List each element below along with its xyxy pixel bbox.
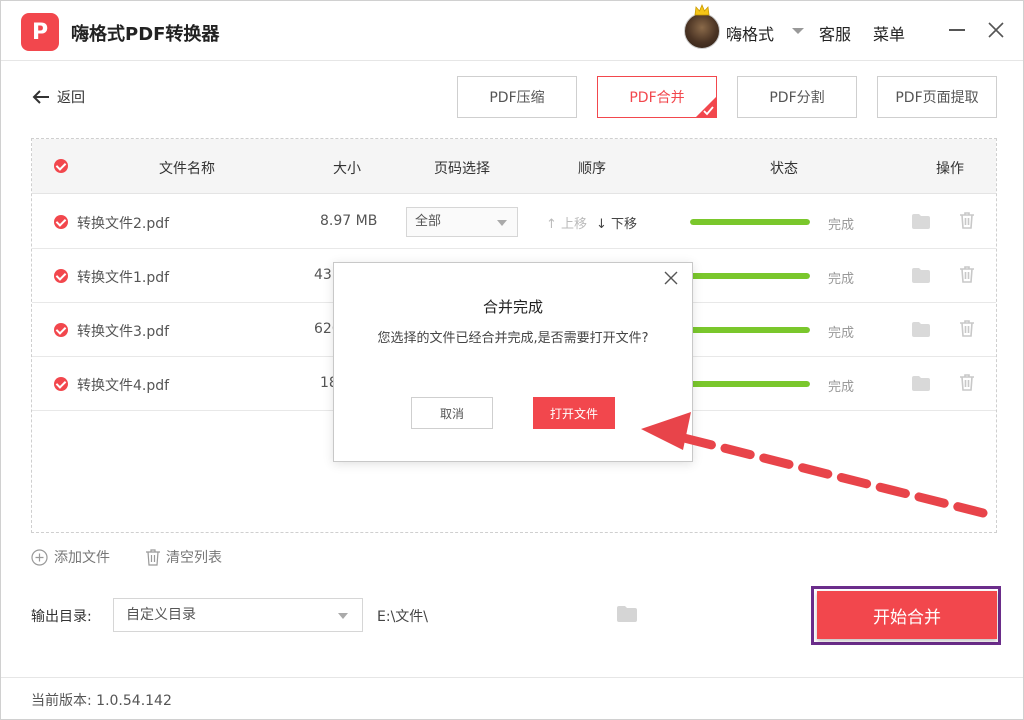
tab-pdf-compress[interactable]: PDF压缩 xyxy=(457,76,577,118)
status-text: 完成 xyxy=(828,272,855,287)
check-corner-icon xyxy=(695,96,717,118)
file-size: 8.97 MB xyxy=(320,213,378,229)
add-file-button[interactable]: 添加文件 xyxy=(31,547,110,567)
move-up-label: 上移 xyxy=(561,217,588,232)
tab-pdf-merge[interactable]: PDF合并 xyxy=(597,76,717,118)
close-icon[interactable] xyxy=(664,271,678,285)
status-text: 完成 xyxy=(828,380,855,395)
chevron-down-icon[interactable] xyxy=(792,28,804,34)
minimize-icon[interactable] xyxy=(949,29,965,31)
progress-fill xyxy=(690,273,810,279)
row-checkbox[interactable] xyxy=(54,377,68,391)
clear-list-label: 清空列表 xyxy=(166,550,222,566)
progress-fill xyxy=(690,381,810,387)
back-button[interactable]: 返回 xyxy=(31,87,85,107)
title-bar: P 嗨格式PDF转换器 嗨格式 客服 菜单 xyxy=(1,1,1023,61)
output-path: E:\文件\ xyxy=(377,609,428,625)
folder-icon[interactable] xyxy=(912,322,930,337)
progress-bar xyxy=(690,273,810,279)
row-checkbox[interactable] xyxy=(54,323,68,337)
dialog-message: 您选择的文件已经合并完成,是否需要打开文件? xyxy=(377,331,649,346)
output-dir-select[interactable]: 自定义目录 xyxy=(113,598,363,632)
username[interactable]: 嗨格式 xyxy=(726,21,774,45)
progress-bar xyxy=(690,219,810,225)
file-name: 转换文件4.pdf xyxy=(77,378,170,394)
folder-icon[interactable] xyxy=(912,214,930,229)
header-status: 状态 xyxy=(770,161,798,177)
annotation-arrow-icon xyxy=(641,412,988,518)
app-title: 嗨格式PDF转换器 xyxy=(71,24,220,45)
header-order: 顺序 xyxy=(578,161,606,177)
row-checkbox[interactable] xyxy=(54,215,68,229)
output-label: 输出目录: xyxy=(31,609,92,625)
table-header: 文件名称 大小 页码选择 顺序 状态 操作 xyxy=(32,139,996,194)
file-name: 转换文件2.pdf xyxy=(77,216,170,232)
file-name: 转换文件1.pdf xyxy=(77,270,170,286)
tab-pdf-split[interactable]: PDF分割 xyxy=(737,76,857,118)
folder-icon[interactable] xyxy=(912,376,930,391)
trash-icon[interactable] xyxy=(960,320,974,337)
avatar[interactable] xyxy=(684,13,720,49)
move-down-button[interactable]: ↓ 下移 xyxy=(596,213,637,232)
tab-label: PDF分割 xyxy=(769,90,825,106)
dialog-title: 合并完成 xyxy=(482,298,543,316)
trash-icon xyxy=(146,548,160,566)
header-pages: 页码选择 xyxy=(434,161,490,177)
header-name: 文件名称 xyxy=(159,161,215,177)
app-logo-icon: P xyxy=(21,13,59,51)
clear-list-button[interactable]: 清空列表 xyxy=(146,547,222,567)
header-size: 大小 xyxy=(333,161,361,177)
select-all-checkbox[interactable] xyxy=(54,159,68,173)
trash-icon[interactable] xyxy=(960,266,974,283)
progress-fill xyxy=(690,327,810,333)
progress-bar xyxy=(690,381,810,387)
version-label: 当前版本: 1.0.54.142 xyxy=(31,693,172,709)
file-name: 转换文件3.pdf xyxy=(77,324,170,340)
close-icon[interactable] xyxy=(987,21,1005,39)
footer: 当前版本: 1.0.54.142 xyxy=(1,677,1023,719)
tab-pdf-extract[interactable]: PDF页面提取 xyxy=(877,76,997,118)
table-row: 转换文件2.pdf 8.97 MB 全部 ↑ 上移 ↓ 下移 完成 xyxy=(32,195,996,249)
arrow-left-icon xyxy=(32,90,49,104)
move-up-button[interactable]: ↑ 上移 xyxy=(546,213,587,232)
start-merge-button[interactable]: 开始合并 xyxy=(817,591,997,639)
move-down-label: 下移 xyxy=(611,217,638,232)
add-file-label: 添加文件 xyxy=(54,550,110,566)
status-text: 完成 xyxy=(828,218,855,233)
status-text: 完成 xyxy=(828,326,855,341)
header-actions: 操作 xyxy=(936,161,964,177)
tab-label: PDF页面提取 xyxy=(895,90,979,106)
menu-link[interactable]: 菜单 xyxy=(873,21,905,45)
tab-label: PDF压缩 xyxy=(489,90,545,106)
crown-icon xyxy=(694,4,710,16)
open-file-button[interactable]: 打开文件 xyxy=(533,397,615,429)
trash-icon[interactable] xyxy=(960,374,974,391)
customer-service-link[interactable]: 客服 xyxy=(819,21,851,45)
row-checkbox[interactable] xyxy=(54,269,68,283)
plus-circle-icon xyxy=(31,548,48,566)
back-label: 返回 xyxy=(57,90,85,106)
trash-icon[interactable] xyxy=(960,212,974,229)
folder-icon[interactable] xyxy=(617,606,637,622)
progress-bar xyxy=(690,327,810,333)
app-window: P 嗨格式PDF转换器 嗨格式 客服 菜单 返回 PDF压缩 PDF合并 PDF… xyxy=(0,0,1024,720)
progress-fill xyxy=(690,219,810,225)
tab-label: PDF合并 xyxy=(629,90,685,106)
cancel-button[interactable]: 取消 xyxy=(411,397,493,429)
folder-icon[interactable] xyxy=(912,268,930,283)
page-select[interactable]: 全部 xyxy=(406,207,518,237)
